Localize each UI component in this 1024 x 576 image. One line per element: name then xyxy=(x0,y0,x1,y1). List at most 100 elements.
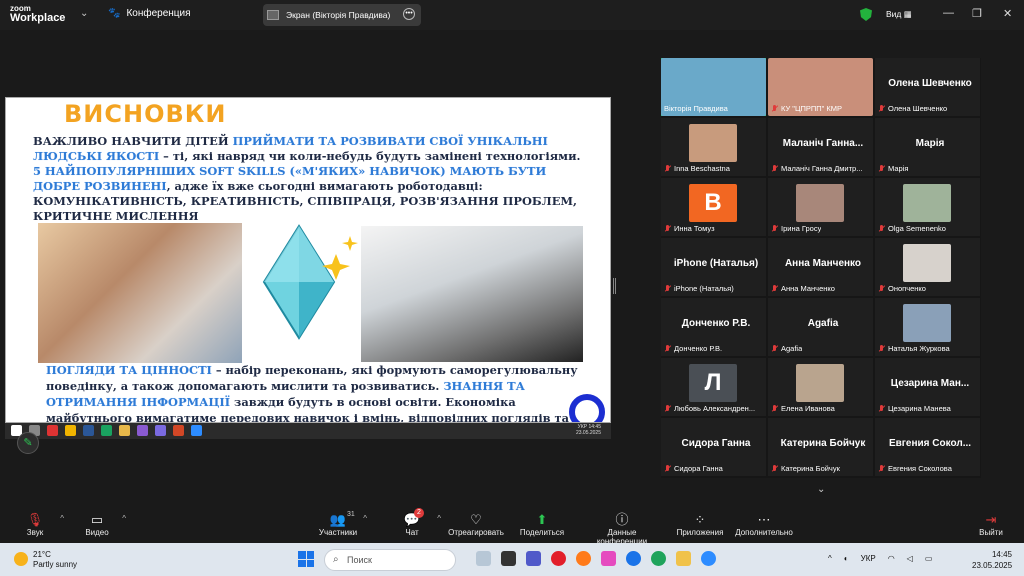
video-button[interactable]: ▭ Видео ^ xyxy=(62,511,132,537)
chat-button[interactable]: 💬 2 Чат ^ xyxy=(377,508,447,537)
start-button[interactable] xyxy=(298,551,314,567)
participant-tile[interactable]: Евгения Сокол... Евгения Соколова xyxy=(875,418,980,476)
zoom-icon[interactable] xyxy=(701,551,716,566)
participant-label-text: Донченко Р.В. xyxy=(674,344,723,353)
p3-highlight: ПОГЛЯДИ ТА ЦІННОСТІ xyxy=(46,363,212,377)
weather-temp: 21°C xyxy=(33,550,51,559)
participant-tile[interactable]: Ірина Гросу xyxy=(768,178,873,236)
weather-widget[interactable]: 21°C Partly sunny xyxy=(14,550,77,570)
volume-icon[interactable]: ◁ xyxy=(907,554,913,563)
chevron-up-icon[interactable]: ^ xyxy=(828,554,832,563)
caret-up-icon[interactable]: ^ xyxy=(363,514,367,523)
participant-tile[interactable]: Олена Шевченко Олена Шевченко xyxy=(875,58,980,116)
apps-button[interactable]: ⁘ Приложения xyxy=(665,511,735,537)
participant-label: КУ "ЦПРПП" КМР xyxy=(771,104,842,113)
wifi-icon[interactable]: ◠ xyxy=(888,554,895,563)
more-label: Дополнительно xyxy=(735,528,793,537)
start-tile xyxy=(298,559,306,567)
folder-icon[interactable] xyxy=(676,551,691,566)
teams-icon[interactable] xyxy=(526,551,541,566)
mic-muted-icon xyxy=(878,404,885,413)
participant-label-text: Вікторія Правдива xyxy=(664,104,728,113)
audio-button[interactable]: 🎙 Звук ^ xyxy=(0,511,70,537)
participant-tile[interactable]: B Инна Томуз xyxy=(661,178,766,236)
presentation-slide: ВИСНОВКИ ВАЖЛИВО НАВЧИТИ ДІТЕЙ ПРИЙМАТИ … xyxy=(5,97,611,423)
firefox-icon[interactable] xyxy=(576,551,591,566)
participant-label: Сидора Ганна xyxy=(664,464,723,473)
participant-tile[interactable]: Анна Манченко Анна Манченко xyxy=(768,238,873,296)
more-button[interactable]: ⋯ Дополнительно xyxy=(729,511,799,537)
participant-label-text: Инна Томуз xyxy=(674,224,715,233)
edge-icon[interactable] xyxy=(651,551,666,566)
mic-muted-icon xyxy=(664,164,671,173)
mic-muted-icon xyxy=(771,284,778,293)
participant-label: Наталья Журкова xyxy=(878,344,950,353)
participant-tile[interactable]: КУ "ЦПРПП" КМР xyxy=(768,58,873,116)
participant-tile[interactable]: Маланіч Ганна... Маланіч Ганна Дмитр... xyxy=(768,118,873,176)
share-button[interactable]: ⬆ Поделиться xyxy=(507,511,577,537)
app-icon[interactable] xyxy=(476,551,491,566)
restore-icon[interactable]: ❐ xyxy=(972,7,982,20)
powerpoint-icon xyxy=(173,425,184,436)
participant-tile[interactable]: Наталья Журкова xyxy=(875,298,980,356)
slide-text-top: ВАЖЛИВО НАВЧИТИ ДІТЕЙ ПРИЙМАТИ ТА РОЗВИВ… xyxy=(33,134,593,224)
participant-tile[interactable]: Л Любовь Александрен... xyxy=(661,358,766,416)
chevron-down-icon[interactable]: ⌄ xyxy=(80,8,88,19)
participant-label: Inna Beschastna xyxy=(664,164,730,173)
view-button[interactable]: Вид ▦ xyxy=(886,9,912,20)
participants-button[interactable]: 👥 31 Участники ^ xyxy=(303,511,373,537)
participant-tile[interactable]: Inna Beschastna xyxy=(661,118,766,176)
screen-share-indicator[interactable]: Экран (Вікторія Правдива) ••• xyxy=(263,4,421,26)
participant-label: Olga Semenenko xyxy=(878,224,946,233)
annotate-pencil-icon[interactable]: ✎ xyxy=(17,432,39,454)
participant-tile[interactable]: Марія Марія xyxy=(875,118,980,176)
participant-tile[interactable]: Olga Semenenko xyxy=(875,178,980,236)
shared-date: 23.05.2025 xyxy=(575,430,601,436)
clock-date: 23.05.2025 xyxy=(972,561,1013,570)
chat-label: Чат xyxy=(405,528,419,537)
react-button[interactable]: ♡ Отреагировать xyxy=(441,511,511,537)
participant-tile[interactable]: Сидора Ганна Сидора Ганна xyxy=(661,418,766,476)
participant-label-text: Inna Beschastna xyxy=(674,164,730,173)
participant-tile[interactable]: Вікторія Правдива xyxy=(661,58,766,116)
leave-icon: ⇥ xyxy=(985,512,997,527)
minimize-icon[interactable]: — xyxy=(943,7,954,19)
split-handle[interactable] xyxy=(613,278,616,294)
app-icon xyxy=(137,425,148,436)
participant-label: Олена Шевченко xyxy=(878,104,947,113)
meeting-menu[interactable]: 🐾 Конференция xyxy=(108,8,191,19)
caret-up-icon[interactable]: ^ xyxy=(122,514,126,523)
participant-name: Маланіч Ганна... xyxy=(782,138,864,149)
participant-tile[interactable]: Цезарина Ман... Цезарина Манева xyxy=(875,358,980,416)
gallery-scroll-down-icon[interactable]: ⌄ xyxy=(817,484,825,495)
more-icon[interactable]: ••• xyxy=(403,8,415,20)
participant-tile[interactable]: Онопченко xyxy=(875,238,980,296)
meeting-info-button[interactable]: ⓘ Данные конференции xyxy=(587,511,657,546)
app-tray-icon[interactable]: ◐ xyxy=(844,554,849,563)
opera-icon[interactable] xyxy=(551,551,566,566)
shield-icon[interactable] xyxy=(860,8,872,21)
leave-button[interactable]: ⇥ Выйти xyxy=(956,511,1024,537)
folder-icon xyxy=(119,425,130,436)
participant-tile[interactable]: Agafia Agafia xyxy=(768,298,873,356)
grid-icon: ▦ xyxy=(903,9,912,19)
battery-icon[interactable]: ▭ xyxy=(925,554,933,563)
participant-name: Сидора Ганна xyxy=(681,438,751,449)
lang-indicator[interactable]: УКР xyxy=(861,554,876,563)
participant-tile[interactable]: Донченко Р.В. Донченко Р.В. xyxy=(661,298,766,356)
close-icon[interactable]: ✕ xyxy=(1003,7,1012,20)
task-view-icon[interactable] xyxy=(501,551,516,566)
participant-tile[interactable]: iPhone (Наталья) iPhone (Наталья) xyxy=(661,238,766,296)
search-placeholder: Поиск xyxy=(347,555,372,565)
taskbar-clock[interactable]: 14:45 23.05.2025 xyxy=(972,549,1012,571)
participant-label-text: Ірина Гросу xyxy=(781,224,822,233)
app-icon[interactable] xyxy=(601,551,616,566)
participant-label: Катерина Бойчук xyxy=(771,464,840,473)
mic-muted-icon xyxy=(771,164,778,173)
participant-tile[interactable]: Катерина Бойчук Катерина Бойчук xyxy=(768,418,873,476)
mic-muted-icon xyxy=(771,464,778,473)
screen-thumb-icon xyxy=(267,10,279,20)
participant-tile[interactable]: Елена Иванова xyxy=(768,358,873,416)
chrome-icon[interactable] xyxy=(626,551,641,566)
taskbar-search[interactable]: ⌕ Поиск xyxy=(324,549,456,571)
